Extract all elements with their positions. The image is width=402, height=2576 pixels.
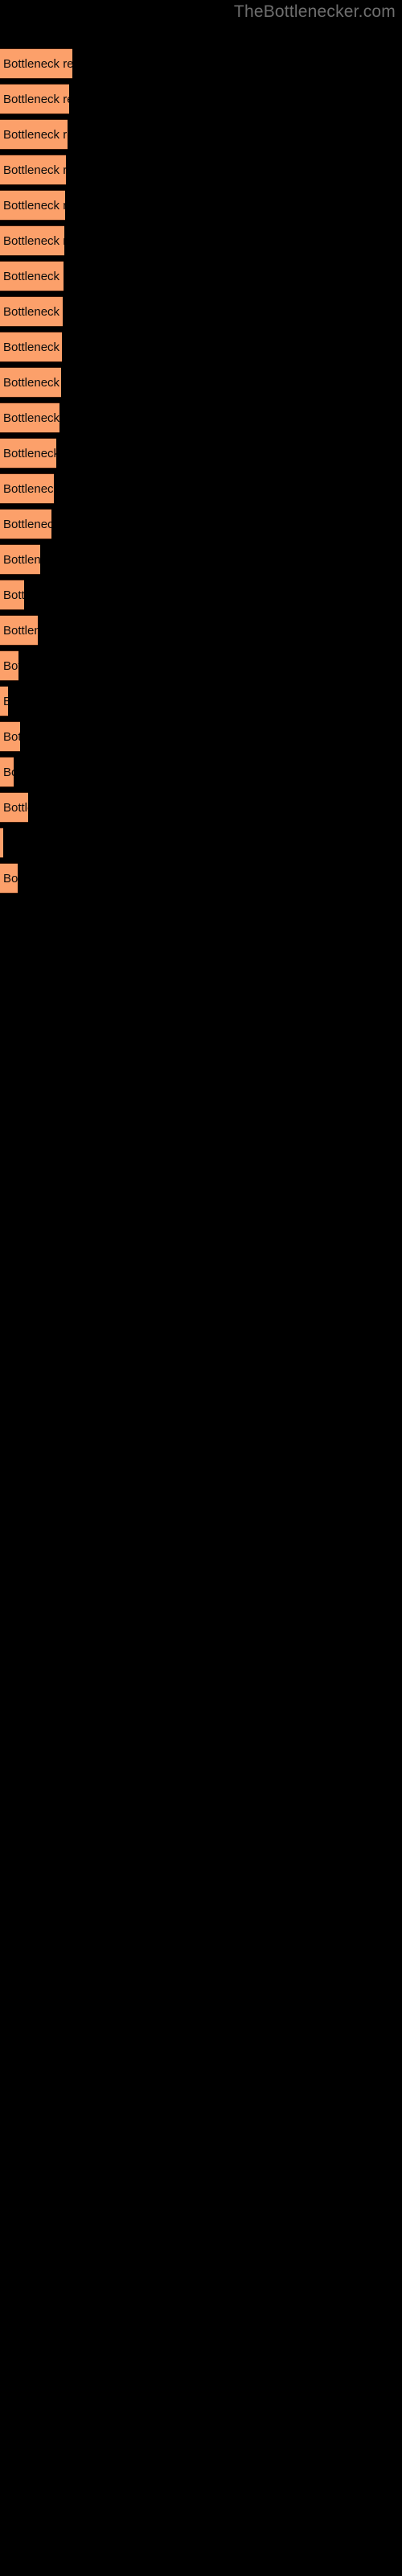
bottleneck-result-bar[interactable]: Bottleneck result	[0, 48, 72, 79]
bar-row: Bottleneck result	[0, 190, 402, 221]
bar-label: Bottleneck result	[3, 801, 28, 815]
bottleneck-bar-chart: Bottleneck result Bottleneck result Bottle…	[0, 0, 402, 2576]
bar-label: Bottleneck result	[3, 93, 69, 106]
bar-row: Bottleneck result	[0, 650, 402, 681]
bar-label: Bottleneck result	[3, 305, 63, 319]
bar-label: Bottleneck result	[3, 766, 14, 779]
bar-label: Bottleneck result	[3, 518, 51, 531]
bottleneck-result-bar[interactable]: Bottleneck result	[0, 119, 68, 150]
bottleneck-result-bar[interactable]: Bottleneck result	[0, 190, 65, 221]
page-canvas: TheBottlenecker.com Bottleneck resultBot…	[0, 0, 402, 2576]
bottleneck-result-bar[interactable]: Bottleneck result	[0, 473, 54, 504]
bar-label: Bottleneck result	[3, 687, 8, 716]
bottleneck-result-bar[interactable]: Bottleneck result	[0, 792, 28, 823]
bar-row: Bottleneck result	[0, 615, 402, 646]
bottleneck-result-bar[interactable]: Bottleneck result	[0, 84, 69, 114]
bar-row: Bottleneck result	[0, 757, 402, 787]
bar-label: Bottleneck result	[3, 553, 40, 567]
bottleneck-result-bar[interactable]: Bottleneck result	[0, 155, 66, 185]
bar-row: Bottleneck result	[0, 225, 402, 256]
bar-label: Bottleneck result	[3, 482, 54, 496]
bottleneck-result-bar[interactable]: Bottleneck result	[0, 225, 64, 256]
bottleneck-result-bar[interactable]: Bottleneck result	[0, 650, 18, 681]
bar-label: Bottleneck result	[3, 128, 68, 142]
bar-row: Bottleneck result	[0, 332, 402, 362]
bar-row: Bottleneck result	[0, 792, 402, 823]
bar-row: Bottleneck result	[0, 119, 402, 150]
bottleneck-result-bar[interactable]: Bottleneck result	[0, 544, 40, 575]
bar-label: Bottleneck result	[3, 376, 61, 390]
bottleneck-result-bar[interactable]: Bottleneck result	[0, 296, 63, 327]
bottleneck-result-bar[interactable]: Bottleneck result	[0, 757, 14, 787]
bar-label: Bottleneck result	[3, 234, 64, 248]
bottleneck-result-bar[interactable]: Bottleneck result	[0, 438, 56, 469]
bar-row: Bottleneck result	[0, 296, 402, 327]
bar-row: Bottleneck result	[0, 438, 402, 469]
bar-label: Bottleneck result	[3, 270, 64, 283]
bar-row: Bottleneck result	[0, 828, 402, 858]
bar-row: Bottleneck result	[0, 509, 402, 539]
bottleneck-result-bar[interactable]: Bottleneck result	[0, 509, 51, 539]
bottleneck-result-bar[interactable]: Bottleneck result	[0, 332, 62, 362]
bottleneck-result-bar[interactable]: Bottleneck result	[0, 580, 24, 610]
bar-row: Bottleneck result	[0, 863, 402, 894]
bottleneck-result-bar[interactable]: Bottleneck result	[0, 402, 59, 433]
bottleneck-result-bar[interactable]: Bottleneck result	[0, 863, 18, 894]
bar-label: Bottleneck result	[3, 163, 66, 177]
bottleneck-result-bar[interactable]: Bottleneck result	[0, 615, 38, 646]
bar-row: Bottleneck result	[0, 48, 402, 79]
bar-label: Bottleneck result	[3, 341, 62, 354]
bar-row: Bottleneck result	[0, 84, 402, 114]
bar-label: Bottleneck result	[3, 872, 18, 886]
bottleneck-result-bar[interactable]: Bottleneck result	[0, 721, 20, 752]
bar-row: Bottleneck result	[0, 686, 402, 716]
bar-label: Bottleneck result	[3, 57, 72, 71]
bar-row: Bottleneck result	[0, 721, 402, 752]
bar-row: Bottleneck result	[0, 544, 402, 575]
bar-row: Bottleneck result	[0, 473, 402, 504]
bar-row: Bottleneck result	[0, 155, 402, 185]
bar-row: Bottleneck result	[0, 261, 402, 291]
bar-row: Bottleneck result	[0, 367, 402, 398]
bar-row: Bottleneck result	[0, 402, 402, 433]
bar-label: Bottleneck result	[3, 624, 38, 638]
bottleneck-result-bar[interactable]: Bottleneck result	[0, 828, 3, 858]
bar-label: Bottleneck result	[3, 199, 65, 213]
bar-label: Bottleneck result	[3, 411, 59, 425]
bar-label: Bottleneck result	[3, 659, 18, 673]
bar-label: Bottleneck result	[3, 588, 24, 602]
bar-row: Bottleneck result	[0, 580, 402, 610]
bottleneck-result-bar[interactable]: Bottleneck result	[0, 686, 8, 716]
bar-label: Bottleneck result	[3, 447, 56, 460]
bottleneck-result-bar[interactable]: Bottleneck result	[0, 367, 61, 398]
bottleneck-result-bar[interactable]: Bottleneck result	[0, 261, 64, 291]
bar-label: Bottleneck result	[3, 730, 20, 744]
